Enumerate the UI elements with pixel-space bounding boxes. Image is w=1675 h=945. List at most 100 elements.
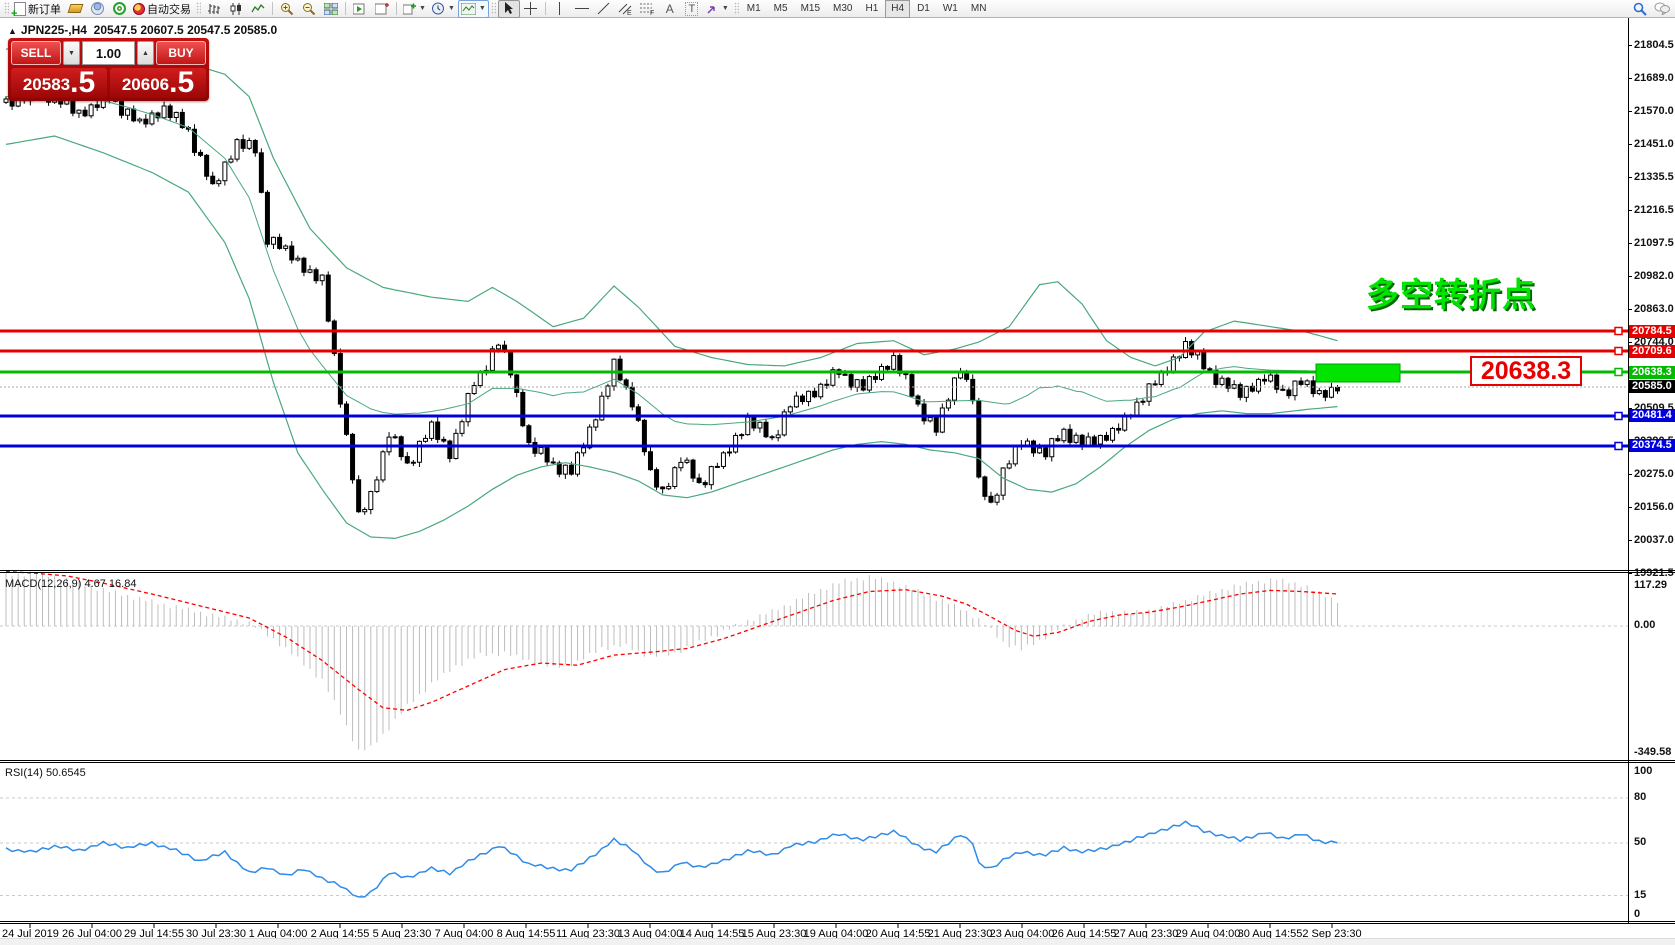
new-chart-button[interactable]: [371, 0, 393, 18]
buy-button[interactable]: BUY: [156, 41, 206, 65]
volume-input[interactable]: 1.00: [82, 41, 135, 65]
sell-price[interactable]: 20583.5: [11, 68, 107, 98]
vertical-line-tool[interactable]: [549, 0, 571, 18]
line-chart-button[interactable]: [247, 0, 269, 18]
new-order-button[interactable]: 新订单: [11, 0, 64, 19]
eraser-icon: [67, 4, 83, 13]
channel-icon: E: [618, 3, 632, 15]
trendline-tool[interactable]: [593, 0, 615, 18]
timeframe-d1[interactable]: D1: [911, 0, 936, 18]
price-axis-tick: [1628, 243, 1632, 244]
timeframe-m30[interactable]: M30: [827, 0, 858, 18]
macd-axis-min: -349.58: [1634, 746, 1672, 758]
timeframe-m1[interactable]: M1: [741, 0, 767, 18]
arrows-tool[interactable]: ▼: [703, 0, 732, 18]
price-axis-tick: [1628, 111, 1632, 112]
tile-windows-button[interactable]: [320, 0, 342, 18]
cursor-icon: [505, 2, 514, 14]
volume-increase-button[interactable]: ▲: [137, 41, 154, 65]
price-axis-tick: [1628, 573, 1632, 574]
text-tool-icon: A: [665, 1, 674, 16]
timeframe-h4[interactable]: H4: [885, 0, 911, 18]
toolbar-grip[interactable]: [4, 2, 9, 15]
trendline-icon: [597, 2, 610, 15]
rsi-axis-0: 0: [1634, 908, 1641, 920]
horizontal-line-tool[interactable]: [571, 0, 593, 18]
signals-button[interactable]: [108, 0, 130, 18]
toolbar-grip[interactable]: [733, 2, 739, 15]
fibonacci-icon: F: [640, 3, 655, 15]
chat-button[interactable]: [1651, 0, 1673, 18]
price-axis-tick: [1628, 276, 1632, 277]
timeframe-h1[interactable]: H1: [859, 0, 884, 18]
zoom-out-icon: [303, 3, 316, 15]
auto-trading-button[interactable]: 自动交易: [130, 0, 194, 18]
quote-panel-collapse-arrow[interactable]: ▲: [8, 26, 17, 36]
profile-button[interactable]: [86, 0, 108, 18]
crosshair-tool-button[interactable]: [520, 0, 542, 18]
search-icon: [1633, 2, 1647, 16]
chart-region: 24 Jul 2019 26 Jul 04:00 29 Jul 14:55 30 Ju…: [0, 18, 1675, 945]
search-button[interactable]: [1629, 0, 1651, 18]
styler-button[interactable]: [64, 0, 86, 18]
ohlc-values: 20547.5 20607.5 20547.5 20585.0: [93, 23, 278, 37]
zoom-out-button[interactable]: [298, 0, 320, 18]
dropdown-arrow-icon: ▼: [447, 5, 455, 12]
add-indicator-icon: [403, 3, 416, 14]
toolbar-grip[interactable]: [490, 2, 496, 15]
buy-price[interactable]: 20606.5: [110, 68, 206, 98]
text-label-icon: T: [685, 1, 699, 16]
horizontal-scrollbar[interactable]: [0, 938, 1675, 945]
timeframe-w1[interactable]: W1: [937, 0, 964, 18]
timeframe-m5[interactable]: M5: [768, 0, 794, 18]
price-axis-value: 20275.0: [1634, 468, 1674, 480]
price-axis-value: 21689.0: [1634, 72, 1674, 84]
new-order-label: 新订单: [28, 3, 61, 16]
turning-point-annotation[interactable]: 多空转折点: [1366, 268, 1536, 316]
chart-canvas[interactable]: 24 Jul 2019 26 Jul 04:00 29 Jul 14:55 30 Ju…: [0, 18, 1675, 945]
volume-decrease-button[interactable]: ▼: [63, 41, 80, 65]
indicators-button[interactable]: ▼: [400, 0, 429, 18]
buy-price-fraction: .5: [169, 66, 195, 99]
text-tool[interactable]: A: [659, 0, 681, 18]
hline-price-label: 20481.4: [1629, 409, 1675, 422]
price-axis-tick: [1628, 474, 1632, 475]
price-callout-box[interactable]: 20638.3: [1470, 356, 1582, 386]
price-axis-tick: [1628, 210, 1632, 211]
price-axis-value: 20982.0: [1634, 270, 1674, 282]
new-order-icon: [11, 1, 26, 19]
symbol-period: JPN225-,H4: [20, 23, 87, 37]
timeframe-m15[interactable]: M15: [795, 0, 826, 18]
text-label-tool[interactable]: T: [681, 0, 703, 18]
price-axis-value: 21451.0: [1634, 138, 1674, 150]
chart-play-icon: [353, 3, 365, 14]
sell-button[interactable]: SELL: [11, 41, 61, 65]
toolbar: 新订单 自动交易: [0, 0, 1675, 19]
dropdown-arrow-icon: ▼: [419, 5, 426, 12]
price-axis-value: 21804.5: [1634, 39, 1674, 51]
template-icon: [460, 2, 476, 15]
mt4-window: 新订单 自动交易: [0, 0, 1675, 945]
fibonacci-tool[interactable]: F: [637, 0, 659, 18]
cursor-tool-button[interactable]: [497, 0, 520, 18]
price-axis-value: 21570.0: [1634, 105, 1674, 117]
strategy-tester-button[interactable]: [349, 0, 371, 18]
bar-chart-button[interactable]: [203, 0, 225, 18]
current-price-label: 20585.0: [1629, 380, 1675, 393]
price-axis-tick: [1628, 309, 1632, 310]
hline-price-label: 20784.5: [1629, 325, 1675, 338]
dropdown-arrow-icon: ▼: [721, 5, 729, 12]
zoom-in-button[interactable]: [276, 0, 298, 18]
toolbar-grip[interactable]: [196, 2, 201, 15]
templates-button[interactable]: ▼: [457, 0, 489, 18]
clock-icon: [431, 2, 444, 15]
timeframe-mn[interactable]: MN: [965, 0, 993, 18]
signal-icon: [112, 2, 126, 15]
candle-chart-button[interactable]: [225, 0, 247, 18]
buy-price-main: 20606: [121, 75, 170, 94]
crosshair-icon: [524, 2, 538, 15]
periods-button[interactable]: ▼: [429, 0, 458, 18]
macd-axis-max: 117.29: [1634, 579, 1668, 591]
channel-tool[interactable]: E: [615, 0, 637, 18]
hline-price-label: 20374.5: [1629, 439, 1675, 452]
